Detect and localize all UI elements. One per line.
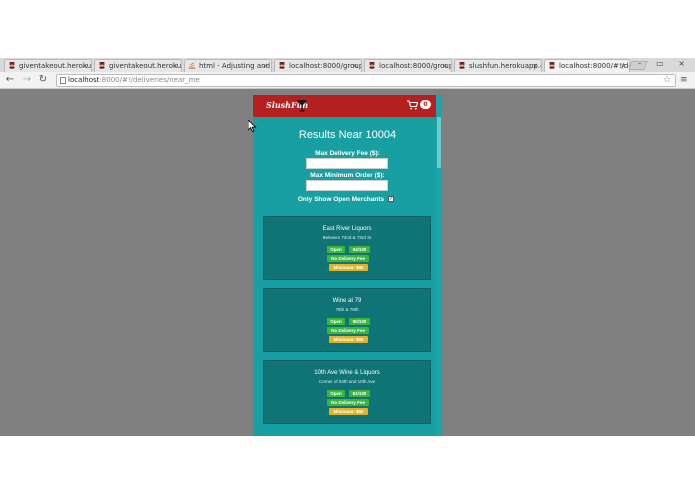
shopping-cart-icon[interactable] bbox=[407, 100, 418, 110]
open-merchants-label: Only Show Open Merchants bbox=[297, 196, 385, 203]
browser-tab-active[interactable]: localhost:8000/#!/deli × bbox=[544, 59, 630, 72]
page-icon bbox=[60, 77, 66, 84]
close-icon[interactable]: × bbox=[352, 60, 358, 72]
max-delivery-fee-label: Max Delivery Fee ($): bbox=[315, 150, 380, 157]
minimum-order-badge: Minimum: $60 bbox=[329, 336, 368, 343]
close-icon[interactable]: × bbox=[620, 60, 626, 72]
scrollbar-thumb[interactable] bbox=[437, 117, 441, 168]
merchant-name: Wine at 79 bbox=[332, 298, 362, 304]
screenshot-stage: giventakeout.herokuap × giventakeout.her… bbox=[0, 0, 695, 494]
merchant-address: 78th & 79th bbox=[335, 307, 359, 312]
mustache-man-icon bbox=[369, 62, 375, 70]
mouse-cursor-icon bbox=[248, 120, 257, 132]
cocktail-glass-icon bbox=[297, 100, 307, 112]
mustache-man-icon bbox=[99, 62, 105, 70]
score-badge: 90/100 bbox=[349, 318, 370, 325]
app-header: SlushFun 0 bbox=[253, 95, 442, 117]
back-arrow-icon[interactable]: ← bbox=[4, 74, 16, 86]
browser-toolbar: ← → ↻ localhost:8000/#!/deliveries/near_… bbox=[0, 72, 695, 89]
results-title: Results Near 10004 bbox=[298, 129, 397, 141]
browser-tab[interactable]: localhost:8000/group_ × bbox=[274, 59, 362, 72]
open-merchants-checkbox[interactable]: ✓ bbox=[388, 196, 394, 202]
cart-count-badge[interactable]: 0 bbox=[420, 100, 431, 109]
mustache-man-icon bbox=[459, 62, 465, 70]
browser-tab[interactable]: html - Adjusting and in × bbox=[184, 59, 272, 72]
open-status-badge: Open bbox=[327, 318, 345, 325]
mustache-man-icon bbox=[9, 62, 15, 70]
delivery-fee-badge: No Delivery Fee bbox=[327, 255, 369, 262]
url-host: localhost bbox=[68, 76, 100, 84]
browser-tab[interactable]: localhost:8000/group_ × bbox=[364, 59, 452, 72]
close-icon[interactable]: × bbox=[442, 60, 448, 72]
max-delivery-fee-input[interactable] bbox=[306, 158, 388, 169]
delivery-fee-badge: No Delivery Fee bbox=[327, 399, 369, 406]
merchant-name: 10th Ave Wine & Liquors bbox=[314, 370, 380, 376]
browser-tab[interactable]: slushfun.herokuapp.co × bbox=[454, 59, 542, 72]
delivery-fee-badge: No Delivery Fee bbox=[327, 327, 369, 334]
browser-menu-icon[interactable]: ≡ bbox=[680, 75, 688, 85]
merchant-address: Corner of 54th and 10th Ave bbox=[318, 379, 376, 384]
merchant-name: East River Liquors bbox=[322, 226, 372, 232]
score-badge: 81/100 bbox=[349, 390, 370, 397]
open-status-badge: Open bbox=[327, 390, 345, 397]
window-controls[interactable]: – ▭ × bbox=[638, 58, 691, 70]
merchant-card[interactable]: Wine at 79 78th & 79th Open 90/100 No De… bbox=[263, 288, 431, 352]
mustache-man-icon bbox=[279, 62, 285, 70]
close-icon[interactable]: × bbox=[82, 60, 88, 72]
browser-tab[interactable]: giventakeout.herokuap × bbox=[94, 59, 182, 72]
browser-tab[interactable]: giventakeout.herokuap × bbox=[4, 59, 92, 72]
forward-arrow-icon[interactable]: → bbox=[21, 74, 33, 86]
bookmark-star-icon[interactable]: ☆ bbox=[663, 75, 671, 86]
address-bar[interactable]: localhost:8000/#!/deliveries/near_me ☆ bbox=[56, 74, 676, 87]
open-status-badge: Open bbox=[327, 246, 345, 253]
score-badge: 94/100 bbox=[349, 246, 370, 253]
merchant-card[interactable]: East River Liquors Between 72nd & 73rd S… bbox=[263, 216, 431, 280]
max-minimum-order-input[interactable] bbox=[306, 180, 388, 191]
close-icon[interactable]: × bbox=[262, 60, 268, 72]
close-icon[interactable]: × bbox=[532, 60, 538, 72]
browser-tab-bar: giventakeout.herokuap × giventakeout.her… bbox=[0, 58, 695, 72]
close-icon[interactable]: × bbox=[172, 60, 178, 72]
max-minimum-order-label: Max Minimum Order ($): bbox=[310, 172, 385, 179]
page-viewport: SlushFun 0 Results Near 10004 Max Delive… bbox=[0, 89, 695, 436]
minimum-order-badge: Minimum: $60 bbox=[329, 264, 368, 271]
mustache-man-icon bbox=[549, 62, 555, 70]
reload-icon[interactable]: ↻ bbox=[37, 74, 49, 86]
merchant-address: Between 72nd & 73rd St bbox=[322, 235, 372, 240]
mobile-app-frame: SlushFun 0 Results Near 10004 Max Delive… bbox=[253, 95, 442, 436]
url-path: :8000/#!/deliveries/near_me bbox=[99, 76, 200, 84]
merchant-card[interactable]: 10th Ave Wine & Liquors Corner of 54th a… bbox=[263, 360, 431, 424]
stack-overflow-icon bbox=[188, 62, 196, 69]
minimum-order-badge: Minimum: $50 bbox=[329, 408, 368, 415]
